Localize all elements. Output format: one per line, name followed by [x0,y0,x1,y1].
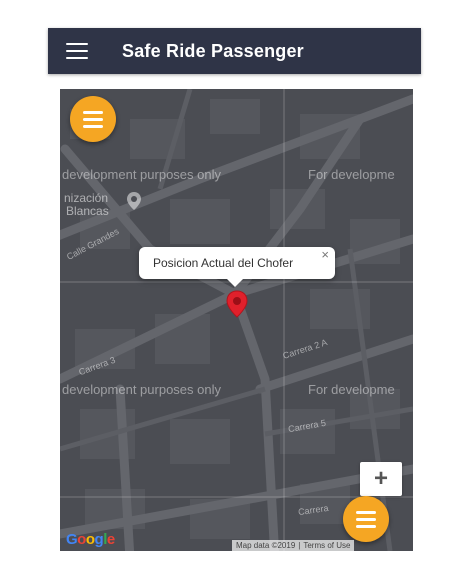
map-place-label: nización Blancas [64,192,109,218]
map-watermark: For developme [308,167,395,182]
google-logo: Google [66,531,115,548]
info-window: Posicion Actual del Chofer × [139,247,335,287]
driver-location-pin-icon[interactable] [226,290,248,318]
map-place-pin-icon [127,192,141,210]
info-window-text: Posicion Actual del Chofer [153,256,294,270]
menu-fab-button-top[interactable] [70,96,116,142]
map-attribution: Map data ©2019 | Terms of Use [232,540,355,551]
hamburger-menu-icon[interactable] [66,43,88,59]
terms-of-use-link[interactable]: Terms of Use [303,541,350,550]
plus-icon: + [373,465,388,492]
map-data-label: Map data ©2019 [236,541,296,550]
map-watermark: development purposes only [62,382,221,397]
app-title: Safe Ride Passenger [122,40,304,61]
menu-fab-button-bottom[interactable] [343,496,389,542]
zoom-in-button[interactable]: + [360,462,402,496]
map-place-label-line2: Blancas [66,204,109,218]
map-watermark: development purposes only [62,167,221,182]
app-bar: Safe Ride Passenger [48,28,421,74]
map-watermark: For developme [308,382,395,397]
info-window-close-button[interactable]: × [321,247,329,262]
